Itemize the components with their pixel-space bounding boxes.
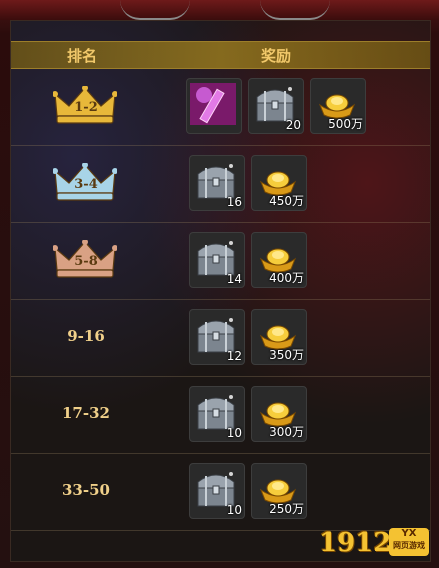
weapon-reward-slot[interactable]: [186, 78, 242, 134]
item-count: 350万: [269, 348, 304, 362]
brand-badge: YX 网页游戏: [389, 528, 429, 556]
ingot-reward-slot[interactable]: 300万: [251, 386, 307, 442]
rank-label: 1-2: [74, 100, 98, 115]
item-count: 500万: [328, 117, 363, 131]
rank-column-header: 排名: [67, 47, 98, 65]
item-count: 400万: [269, 271, 304, 285]
brand-badge-sub: 网页游戏: [393, 541, 425, 550]
chest-reward-slot[interactable]: 16: [189, 155, 245, 211]
reward-row: 9-16 12 350万: [11, 299, 430, 377]
rank-label: 3-4: [74, 177, 98, 192]
brand-logo: 1912 YX 网页游戏: [319, 528, 429, 558]
item-count: 10: [226, 503, 242, 517]
rank-label: 5-8: [74, 254, 98, 269]
rank-label: 17-32: [62, 404, 110, 422]
chest-reward-slot[interactable]: 10: [189, 463, 245, 519]
reward-row: 3-4 16 450万: [11, 145, 430, 223]
ornament-right: [260, 0, 330, 20]
chest-reward-slot[interactable]: 14: [189, 232, 245, 288]
item-count: 20: [285, 118, 301, 132]
item-count: 250万: [269, 502, 304, 516]
table-header: 排名 奖励: [11, 41, 430, 69]
item-count: 450万: [269, 194, 304, 208]
reward-row: 33-50 10 250万: [11, 453, 430, 531]
window-frame: 排名 奖励 1-2 20 500万 3-4 16 450万 5-8 14 400万 9-16 12 3…: [0, 0, 439, 568]
ingot-reward-slot[interactable]: 400万: [251, 232, 307, 288]
reward-column-header: 奖励: [261, 47, 292, 65]
item-count: 16: [226, 195, 242, 209]
ingot-reward-slot[interactable]: 250万: [251, 463, 307, 519]
reward-row: 5-8 14 400万: [11, 222, 430, 300]
chest-reward-slot[interactable]: 12: [189, 309, 245, 365]
item-count: 14: [226, 272, 242, 286]
chest-reward-slot[interactable]: 20: [248, 78, 304, 134]
ingot-reward-slot[interactable]: 450万: [251, 155, 307, 211]
ranking-rewards-panel: 排名 奖励 1-2 20 500万 3-4 16 450万 5-8 14 400万 9-16 12 3…: [10, 20, 431, 562]
ornament-left: [120, 0, 190, 20]
ingot-reward-slot[interactable]: 500万: [310, 78, 366, 134]
brand-badge-yx: YX: [401, 528, 417, 539]
chest-reward-slot[interactable]: 10: [189, 386, 245, 442]
reward-row: 17-32 10 300万: [11, 376, 430, 454]
item-count: 12: [226, 349, 242, 363]
reward-row: 1-2 20 500万: [11, 68, 430, 146]
item-count: 10: [226, 426, 242, 440]
ingot-reward-slot[interactable]: 350万: [251, 309, 307, 365]
brand-number: 1912: [319, 528, 392, 558]
rank-label: 9-16: [67, 327, 105, 345]
item-count: 300万: [269, 425, 304, 439]
rank-label: 33-50: [62, 481, 110, 499]
top-ornament: [0, 0, 439, 20]
